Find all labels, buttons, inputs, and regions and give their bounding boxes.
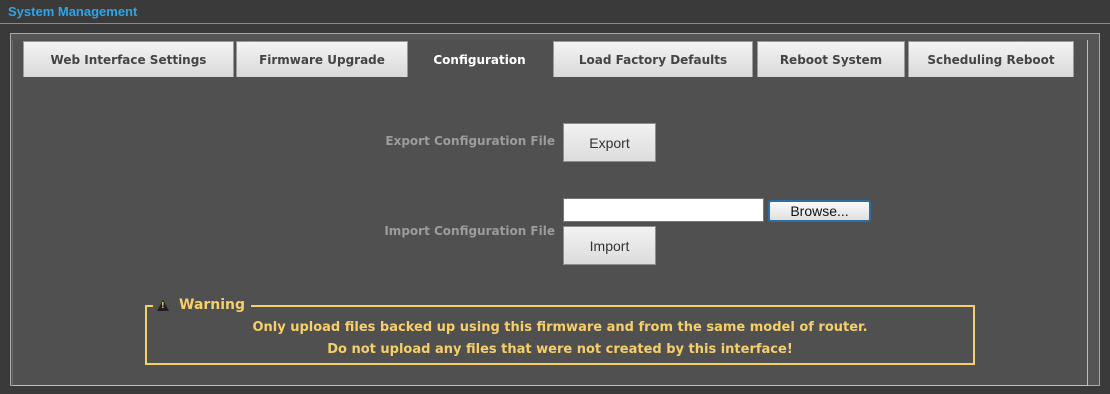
warning-line-1: Only upload files backed up using this f…: [252, 320, 868, 335]
warning-legend: Warning: [153, 296, 252, 314]
system-management-frame: System Management Web Interface Settings…: [0, 0, 1110, 394]
tab-firmware-upgrade[interactable]: Firmware Upgrade: [236, 41, 408, 77]
browse-button[interactable]: Browse...: [768, 200, 871, 222]
warning-title: Warning: [179, 297, 246, 313]
warning-triangle-icon: [157, 299, 169, 311]
import-config-label: Import Configuration File: [384, 224, 555, 238]
import-button[interactable]: Import: [563, 226, 656, 265]
tab-reboot-system[interactable]: Reboot System: [757, 41, 905, 77]
tab-scheduling-reboot[interactable]: Scheduling Reboot: [908, 41, 1074, 77]
import-file-field[interactable]: [563, 198, 764, 222]
export-config-label: Export Configuration File: [385, 134, 555, 148]
export-button[interactable]: Export: [563, 123, 656, 162]
warning-line-2: Do not upload any files that were not cr…: [327, 342, 793, 357]
tab-load-factory-defaults[interactable]: Load Factory Defaults: [553, 41, 753, 77]
title-bar: System Management: [0, 0, 1110, 24]
tab-web-interface-settings[interactable]: Web Interface Settings: [23, 41, 234, 77]
tab-configuration[interactable]: Configuration: [411, 41, 548, 78]
title-divider: [0, 23, 1110, 24]
page-title: System Management: [8, 4, 138, 19]
